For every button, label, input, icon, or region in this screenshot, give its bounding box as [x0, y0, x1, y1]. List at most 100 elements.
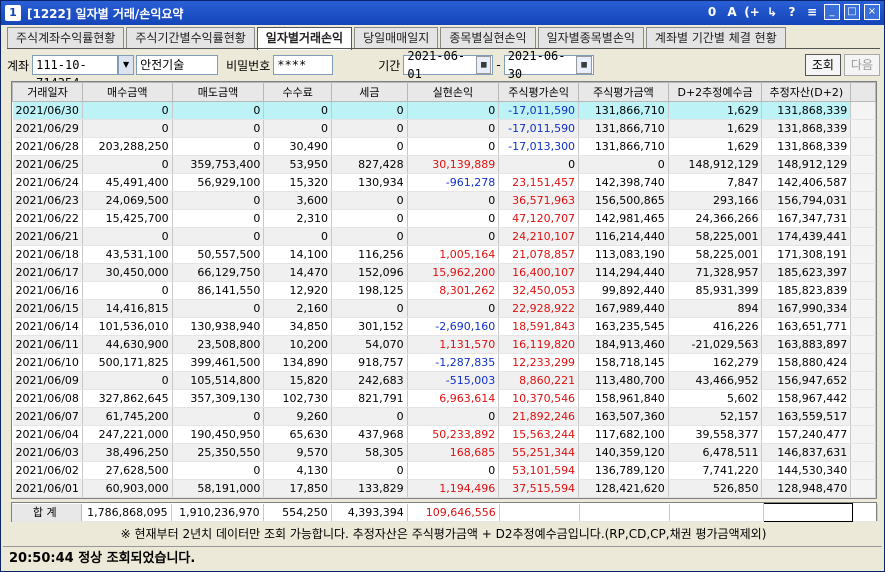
cell-realized: -515,003 — [407, 371, 500, 390]
menu-icon[interactable]: ≡ — [804, 5, 820, 19]
cell-tax: 198,125 — [331, 281, 408, 300]
col-header-date[interactable]: 거래일자 — [12, 82, 83, 102]
table-row[interactable]: 2021/06/24 45,491,400 56,929,100 15,320 130,… — [12, 173, 876, 192]
cell-tax: 0 — [331, 137, 408, 156]
cell-eval-pnl: -17,011,590 — [498, 101, 580, 120]
col-header-tax[interactable]: 세금 — [331, 82, 408, 102]
cell-buy: 30,450,000 — [82, 263, 173, 282]
cell-tax: 0 — [331, 227, 408, 246]
table-row[interactable]: 2021/06/08 327,862,645 357,309,130 102,730 8… — [12, 389, 876, 408]
scrollbar-cell — [850, 209, 876, 228]
table-row[interactable]: 2021/06/16 0 86,141,550 12,920 198,125 8,301,… — [12, 281, 876, 300]
table-row[interactable]: 2021/06/29 0 0 0 0 0 -17,011,590 131,866,710 1,6… — [12, 119, 876, 138]
cell-realized: 15,962,200 — [407, 263, 500, 282]
cell-sell: 0 — [172, 209, 265, 228]
table-row[interactable]: 2021/06/02 27,628,500 0 4,130 0 0 53,101,594 13… — [12, 461, 876, 480]
cell-buy: 60,903,000 — [82, 479, 173, 498]
cell-realized: -1,287,835 — [407, 353, 500, 372]
scrollbar-cell — [850, 263, 876, 282]
date-from-value: 2021-06-01 — [407, 49, 466, 81]
col-header-fee[interactable]: 수수료 — [263, 82, 333, 102]
cell-date: 2021/06/08 — [12, 389, 83, 408]
table-row[interactable]: 2021/06/04 247,221,000 190,450,950 65,630 43… — [12, 425, 876, 444]
table-row[interactable]: 2021/06/23 24,069,500 0 3,600 0 0 36,571,963 15… — [12, 191, 876, 210]
cell-eval-pnl: 8,860,221 — [498, 371, 580, 390]
cell-buy: 0 — [82, 227, 173, 246]
link-icon[interactable]: ↳ — [764, 5, 780, 19]
help-icon[interactable]: ? — [784, 5, 800, 19]
cell-fee: 134,890 — [263, 353, 333, 372]
account-input[interactable]: 111-10-714354 — [32, 55, 119, 90]
col-header-asset[interactable]: 추정자산(D+2) — [761, 82, 852, 102]
daily-pnl-grid[interactable]: 거래일자 매수금액 매도금액 수수료 세금 실현손익 주식평가손익 주식평가금액… — [11, 81, 877, 499]
col-header-eval-pnl[interactable]: 주식평가손익 — [498, 82, 580, 102]
tab-daily-stock-pnl[interactable]: 일자별종목별손익 — [537, 27, 644, 49]
cell-tax: 152,096 — [331, 263, 408, 282]
cell-asset: 142,406,587 — [761, 173, 852, 192]
col-header-sell[interactable]: 매도금액 — [171, 82, 265, 102]
col-header-realized[interactable]: 실현손익 — [406, 82, 500, 102]
col-header-buy[interactable]: 매수금액 — [81, 82, 173, 102]
tab-daily-pnl[interactable]: 일자별거래손익 — [256, 27, 353, 50]
table-row[interactable]: 2021/06/15 14,416,815 0 2,160 0 0 22,928,922 16… — [12, 299, 876, 318]
app-icon: 1 — [5, 5, 21, 21]
cell-tax: 821,791 — [331, 389, 408, 408]
minimize-button[interactable]: _ — [824, 4, 840, 20]
table-row[interactable]: 2021/06/22 15,425,700 0 2,310 0 0 47,120,707 14… — [12, 209, 876, 228]
period-label: 기간 — [378, 58, 401, 73]
table-row[interactable]: 2021/06/14 101,536,010 130,938,940 34,850 30… — [12, 317, 876, 336]
chevron-down-icon[interactable]: ▼ — [118, 55, 135, 75]
table-row[interactable]: 2021/06/09 0 105,514,800 15,820 242,683 -515,… — [12, 371, 876, 390]
cell-deposit: 894 — [668, 299, 763, 318]
table-row[interactable]: 2021/06/10 500,171,825 399,461,500 134,890 9… — [12, 353, 876, 372]
cell-buy: 45,491,400 — [82, 173, 173, 192]
add-icon[interactable]: (+ — [744, 5, 760, 19]
zero-icon[interactable]: 0 — [704, 5, 720, 19]
date-to-input[interactable]: 2021-06-30 ▦ — [503, 49, 594, 81]
maximize-button[interactable]: □ — [844, 4, 860, 20]
table-row[interactable]: 2021/06/03 38,496,250 25,350,550 9,570 58,30… — [12, 443, 876, 462]
cell-eval-pnl: -17,011,590 — [498, 119, 580, 138]
cell-realized: 30,139,889 — [407, 155, 500, 174]
cell-date: 2021/06/07 — [12, 407, 83, 426]
cell-eval-amount: 140,359,120 — [578, 443, 669, 462]
cell-fee: 102,730 — [263, 389, 333, 408]
date-from-input[interactable]: 2021-06-01 ▦ — [403, 49, 494, 81]
table-row[interactable]: 2021/06/11 44,630,900 23,508,800 10,200 54,0… — [12, 335, 876, 354]
font-icon[interactable]: A — [724, 5, 740, 19]
cell-eval-pnl: 23,151,457 — [498, 173, 580, 192]
cell-eval-pnl: 16,400,107 — [498, 263, 580, 282]
calendar-icon[interactable]: ▦ — [476, 56, 492, 74]
cell-tax: 242,683 — [331, 371, 408, 390]
tab-stock-realized[interactable]: 종목별실현손익 — [440, 27, 536, 49]
cell-date: 2021/06/01 — [12, 479, 83, 498]
calendar-icon[interactable]: ▦ — [576, 56, 592, 74]
col-header-eval-amount[interactable]: 주식평가금액 — [578, 82, 669, 102]
close-button[interactable]: × — [864, 4, 880, 20]
table-row[interactable]: 2021/06/21 0 0 0 0 0 24,210,107 116,214,440 58,2… — [12, 227, 876, 246]
tab-period-return[interactable]: 주식기간별수익률현황 — [126, 27, 255, 49]
tab-daily-journal[interactable]: 당일매매일지 — [354, 27, 439, 49]
table-row[interactable]: 2021/06/28 203,288,250 0 30,490 0 0 -17,013,30… — [12, 137, 876, 156]
table-row[interactable]: 2021/06/01 60,903,000 58,191,000 17,850 133,… — [12, 479, 876, 498]
table-row[interactable]: 2021/06/30 0 0 0 0 0 -17,011,590 131,866,710 1,6… — [12, 101, 876, 120]
cell-asset: 128,948,470 — [761, 479, 852, 498]
cell-eval-amount: 136,789,120 — [578, 461, 669, 480]
cell-eval-pnl: 10,370,546 — [498, 389, 580, 408]
cell-fee: 53,950 — [263, 155, 333, 174]
col-header-deposit[interactable]: D+2추정예수금 — [667, 82, 763, 102]
table-row[interactable]: 2021/06/25 0 359,753,400 53,950 827,428 30,13… — [12, 155, 876, 174]
password-input[interactable]: **** — [273, 55, 334, 75]
table-row[interactable]: 2021/06/18 43,531,100 50,557,500 14,100 116,… — [12, 245, 876, 264]
cell-realized: 6,963,614 — [407, 389, 500, 408]
search-button[interactable]: 조회 — [804, 54, 841, 76]
table-row[interactable]: 2021/06/07 61,745,200 0 9,260 0 0 21,892,246 16… — [12, 407, 876, 426]
cell-asset: 171,308,191 — [761, 245, 852, 264]
table-row[interactable]: 2021/06/17 30,450,000 66,129,750 14,470 152,… — [12, 263, 876, 282]
tab-account-return[interactable]: 주식계좌수익률현황 — [7, 27, 125, 49]
tab-account-period-fills[interactable]: 계좌별 기간별 체결 현황 — [645, 27, 786, 49]
cell-eval-amount: 113,083,190 — [578, 245, 669, 264]
next-button[interactable]: 다음 — [843, 54, 880, 76]
total-tax: 4,393,394 — [331, 503, 408, 522]
title-bar[interactable]: 1 [1222] 일자별 거래/손익요약 0 A (+ ↳ ? ≡ _ □ × — [1, 1, 884, 25]
